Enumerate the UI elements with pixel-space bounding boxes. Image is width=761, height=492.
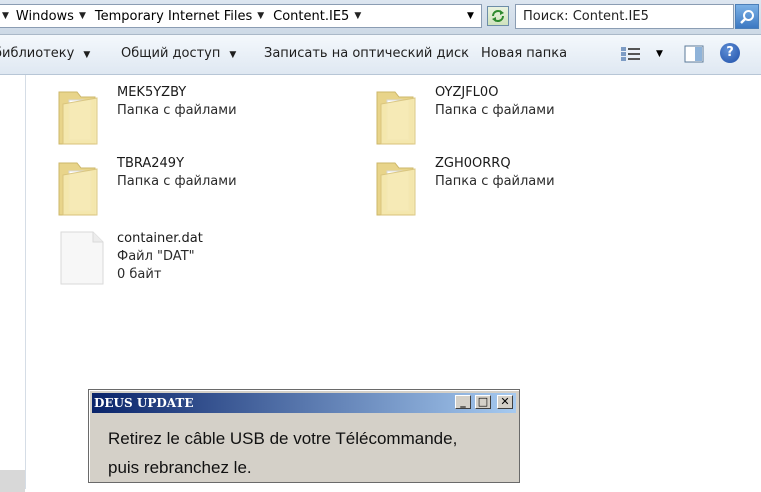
chevron-down-icon[interactable]: ▼ bbox=[352, 11, 363, 21]
burn-button[interactable]: Записать на оптический диск bbox=[264, 35, 469, 74]
chevron-down-icon: ▼ bbox=[229, 50, 237, 60]
folder-icon bbox=[376, 162, 416, 216]
dialog-title[interactable]: DEUS UPDATE bbox=[92, 393, 516, 413]
chevron-down-icon[interactable]: ▼ bbox=[0, 11, 11, 21]
chevron-down-icon[interactable]: ▼ bbox=[77, 11, 88, 21]
dialog-message-line-2: puis rebranchez le. bbox=[108, 458, 252, 477]
item-name: container.dat bbox=[117, 231, 203, 246]
breadcrumb-item-windows[interactable]: Windows ▼ bbox=[11, 5, 90, 27]
address-history-dropdown-icon[interactable]: ▼ bbox=[467, 4, 474, 28]
folder-icon bbox=[58, 91, 98, 145]
item-type: Файл "DAT" bbox=[117, 249, 195, 264]
item-name: OYZJFL0O bbox=[435, 85, 499, 100]
item-type: Папка с файлами bbox=[117, 174, 237, 189]
dialog-message-line-1: Retirez le câble USB de votre Télécomman… bbox=[108, 429, 458, 448]
add-to-library-button[interactable]: библиотеку ▼ bbox=[0, 35, 90, 74]
update-dialog: DEUS UPDATE _ □ ✕ Retirez le câble USB d… bbox=[88, 389, 520, 483]
minimize-button[interactable]: _ bbox=[455, 395, 471, 409]
close-button[interactable]: ✕ bbox=[497, 395, 513, 409]
item-type: Папка с файлами bbox=[117, 103, 237, 118]
command-toolbar: библиотеку ▼ Общий доступ ▼ Записать на оп… bbox=[0, 35, 761, 75]
item-name: TBRA249Y bbox=[117, 156, 185, 171]
breadcrumb[interactable]: ▼ Windows ▼ Temporary Internet Files ▼ C… bbox=[0, 4, 482, 28]
folder-item[interactable]: OYZJFL0O Папка с файлами bbox=[373, 84, 555, 148]
folder-item[interactable]: ZGH0ORRQ Папка с файлами bbox=[373, 155, 555, 219]
file-icon bbox=[60, 231, 104, 285]
address-bar: ▼ Windows ▼ Temporary Internet Files ▼ C… bbox=[0, 0, 761, 35]
item-name: MEK5YZBY bbox=[117, 85, 187, 100]
share-button[interactable]: Общий доступ ▼ bbox=[121, 35, 236, 74]
breadcrumb-item-content-ie5[interactable]: Content.IE5 ▼ bbox=[268, 5, 365, 27]
item-name: ZGH0ORRQ bbox=[435, 156, 511, 171]
dialog-message: Retirez le câble USB de votre Télécomman… bbox=[108, 424, 518, 482]
folder-icon bbox=[58, 162, 98, 216]
chevron-down-icon[interactable]: ▼ bbox=[255, 11, 266, 21]
search-input[interactable]: Поиск: Content.IE5 bbox=[515, 4, 734, 29]
folder-icon bbox=[376, 91, 416, 145]
refresh-button[interactable] bbox=[487, 6, 509, 26]
folder-item[interactable]: MEK5YZBY Папка с файлами bbox=[55, 84, 237, 148]
view-options-dropdown-icon[interactable]: ▼ bbox=[656, 35, 663, 73]
breadcrumb-item-temporary-internet-files[interactable]: Temporary Internet Files ▼ bbox=[90, 5, 268, 27]
folder-item[interactable]: TBRA249Y Папка с файлами bbox=[55, 155, 237, 219]
maximize-button[interactable]: □ bbox=[475, 395, 491, 409]
preview-pane-icon[interactable] bbox=[684, 44, 704, 64]
item-type: Папка с файлами bbox=[435, 103, 555, 118]
view-options-icon[interactable] bbox=[620, 45, 642, 63]
item-size: 0 байт bbox=[117, 267, 162, 282]
navigation-pane[interactable] bbox=[0, 75, 26, 492]
refresh-icon bbox=[492, 10, 504, 22]
search-button[interactable] bbox=[735, 4, 759, 29]
item-type: Папка с файлами bbox=[435, 174, 555, 189]
search-icon bbox=[740, 9, 754, 24]
new-folder-button[interactable]: Новая папка bbox=[481, 35, 567, 74]
chevron-down-icon: ▼ bbox=[83, 50, 91, 60]
file-item[interactable]: container.dat Файл "DAT" 0 байт bbox=[55, 230, 203, 294]
help-icon[interactable]: ? bbox=[720, 43, 740, 63]
